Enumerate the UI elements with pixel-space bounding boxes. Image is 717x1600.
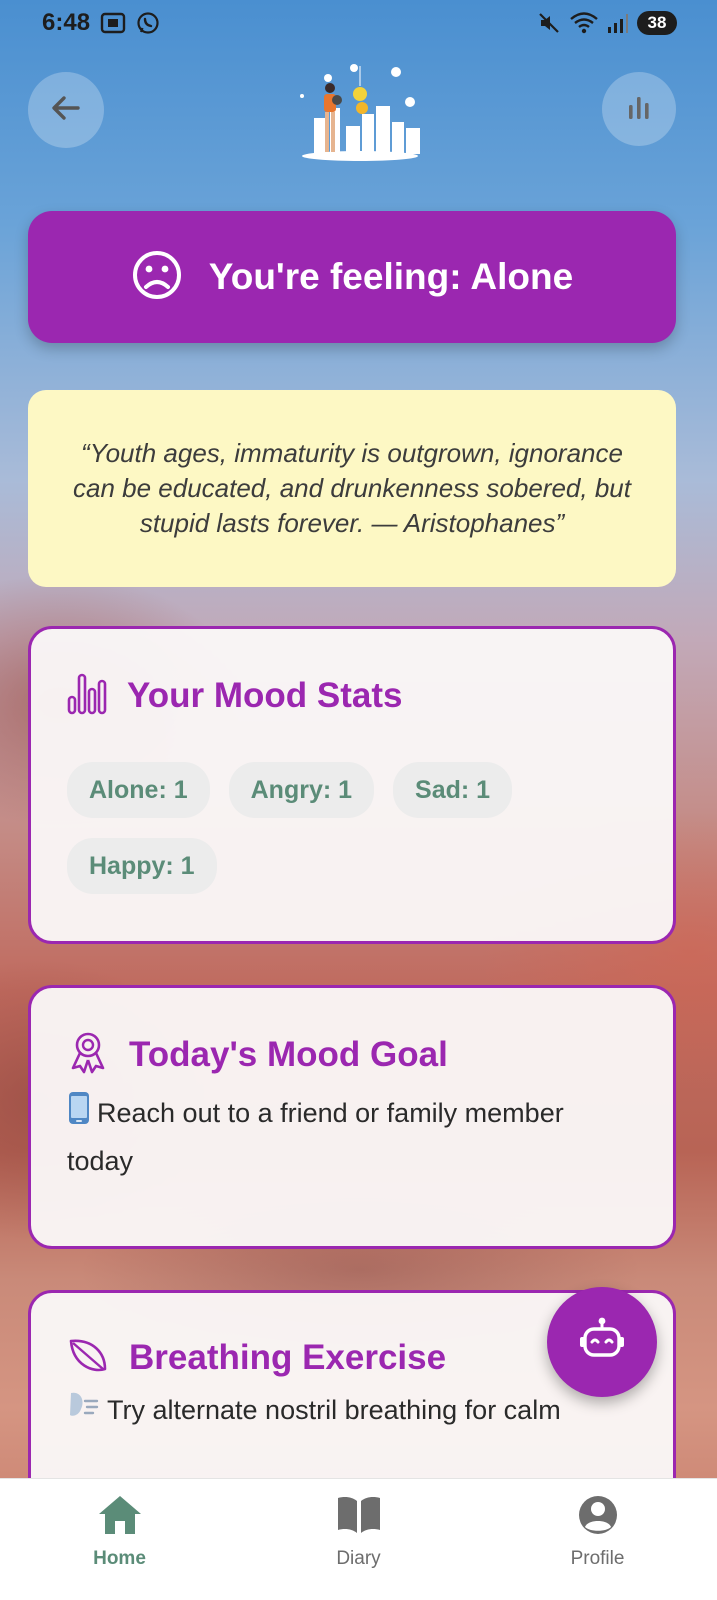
back-button[interactable] — [28, 72, 104, 148]
mood-illustration — [282, 56, 432, 166]
status-bar: 6:48 38 — [0, 0, 717, 46]
mood-stats-title: Your Mood Stats — [127, 675, 403, 715]
quote-text: “Youth ages, immaturity is outgrown, ign… — [73, 438, 631, 538]
account-circle-icon — [576, 1493, 620, 1542]
mobile-phone-icon — [67, 1091, 91, 1139]
mood-chip-happy[interactable]: Happy: 1 — [67, 838, 217, 894]
mood-chip-angry[interactable]: Angry: 1 — [228, 762, 375, 818]
status-time: 6:48 — [42, 9, 91, 36]
breathing-title: Breathing Exercise — [129, 1337, 447, 1377]
breathing-text-content: Try alternate nostril breathing for calm — [107, 1395, 561, 1425]
mood-chip-sad[interactable]: Sad: 1 — [393, 762, 513, 818]
bar-chart-icon — [623, 91, 655, 128]
mood-goal-text-content: Reach out to a friend or family member t… — [67, 1098, 564, 1176]
quote-card: “Youth ages, immaturity is outgrown, ign… — [28, 390, 676, 587]
mood-goal-text: Reach out to a friend or family member t… — [67, 1091, 637, 1184]
award-ribbon-icon — [67, 1030, 109, 1079]
arrow-left-icon — [48, 90, 84, 131]
wind-face-icon — [67, 1389, 101, 1435]
nav-label-diary: Diary — [336, 1548, 381, 1569]
screenshot-icon — [100, 12, 126, 34]
breathing-text: Try alternate nostril breathing for calm — [67, 1388, 637, 1435]
mood-stats-card: Your Mood Stats Alone: 1 Angry: 1 Sad: 1… — [28, 626, 676, 944]
whatsapp-icon — [136, 11, 160, 35]
feeling-text: You're feeling: Alone — [208, 256, 574, 297]
signal-icon — [607, 12, 629, 34]
mood-goal-card: Today's Mood Goal Reach out to a friend … — [28, 985, 676, 1249]
leaf-icon — [67, 1335, 109, 1380]
nav-item-diary[interactable]: Diary — [259, 1479, 459, 1600]
sad-face-icon — [131, 249, 183, 306]
home-icon — [96, 1493, 144, 1542]
current-feeling-banner: You're feeling: Alone — [28, 211, 676, 343]
mute-icon — [537, 11, 561, 35]
nav-label-profile: Profile — [570, 1548, 625, 1569]
bottom-navigation: Home Diary Profile — [0, 1478, 717, 1600]
bar-chart-icon — [67, 671, 107, 720]
mood-goal-title: Today's Mood Goal — [129, 1034, 448, 1074]
mood-chips: Alone: 1 Angry: 1 Sad: 1 Happy: 1 — [67, 762, 637, 894]
nav-item-profile[interactable]: Profile — [498, 1479, 698, 1600]
book-icon — [335, 1493, 383, 1542]
mood-chip-alone[interactable]: Alone: 1 — [67, 762, 210, 818]
nav-item-home[interactable]: Home — [20, 1479, 220, 1600]
nav-label-home: Home — [93, 1548, 146, 1569]
battery-indicator: 38 — [637, 11, 677, 35]
robot-icon — [577, 1315, 627, 1370]
stats-button[interactable] — [602, 72, 676, 146]
wifi-icon — [569, 11, 599, 35]
chatbot-button[interactable] — [547, 1287, 657, 1397]
